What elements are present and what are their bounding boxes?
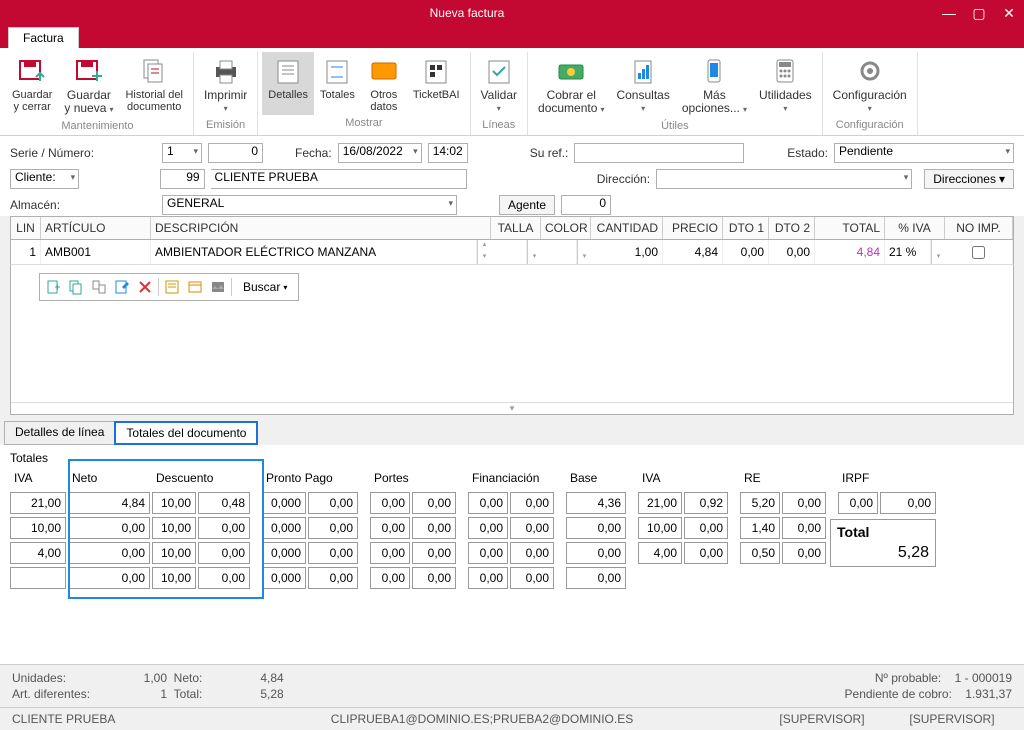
serie-select[interactable]: 1: [162, 143, 202, 163]
duplicate-icon[interactable]: [89, 277, 109, 297]
estado-label: Estado:: [787, 146, 828, 160]
ribbon: Guardary cerrar Guardary nueva ▾ Histori…: [0, 48, 1024, 136]
col-articulo[interactable]: ARTÍCULO: [41, 217, 151, 239]
footer-summary: Unidades:1,00 Neto:4,84 Art. diferentes:…: [0, 664, 1024, 707]
agente-button[interactable]: Agente: [499, 195, 555, 215]
details-icon: [272, 55, 304, 87]
check-icon: [483, 55, 515, 87]
cliente-select[interactable]: Cliente:: [10, 169, 79, 189]
grand-total: Total 5,28: [830, 519, 936, 567]
consultas-button[interactable]: Consultas▾: [610, 52, 675, 118]
close-button[interactable]: ✕: [994, 0, 1024, 26]
col-color[interactable]: COLOR: [541, 217, 591, 239]
col-noimp[interactable]: NO IMP.: [945, 217, 1013, 239]
maximize-button[interactable]: ▢: [964, 0, 994, 26]
subtabs: Detalles de línea Totales del documento: [4, 421, 1024, 445]
history-button[interactable]: Historial deldocumento: [119, 52, 188, 118]
utilidades-button[interactable]: Utilidades▾: [753, 52, 818, 118]
otros-datos-button[interactable]: Otrosdatos: [361, 52, 407, 115]
image-icon[interactable]: [208, 277, 228, 297]
hora-input[interactable]: 14:02: [428, 143, 468, 163]
col-total[interactable]: TOTAL: [815, 217, 885, 239]
col-lin[interactable]: LIN: [11, 217, 41, 239]
iva-dropdown[interactable]: ▾: [931, 240, 945, 264]
col-cantidad[interactable]: CANTIDAD: [591, 217, 663, 239]
col-precio[interactable]: PRECIO: [663, 217, 723, 239]
status-sup1: [SUPERVISOR]: [752, 712, 892, 726]
minimize-button[interactable]: —: [934, 0, 964, 26]
detalles-button[interactable]: Detalles: [262, 52, 314, 115]
color-dropdown[interactable]: ▾: [577, 240, 591, 264]
suref-input[interactable]: [574, 143, 744, 163]
mas-opciones-button[interactable]: Másopciones... ▾: [676, 52, 753, 118]
copy-line-icon[interactable]: [66, 277, 86, 297]
col-dto1[interactable]: DTO 1: [723, 217, 769, 239]
print-icon: [210, 55, 242, 87]
calculator-icon: [769, 55, 801, 87]
tab-detalles-linea[interactable]: Detalles de línea: [4, 421, 115, 445]
totales-button[interactable]: Totales: [314, 52, 361, 115]
edit-icon[interactable]: [112, 277, 132, 297]
lines-grid: LIN ARTÍCULO DESCRIPCIÓN TALLA COLOR CAN…: [10, 216, 1014, 265]
ticketbai-button[interactable]: TicketBAI: [407, 52, 466, 115]
tab-factura[interactable]: Factura: [8, 27, 79, 48]
report-icon: [627, 55, 659, 87]
serie-label: Serie / Número:: [10, 146, 100, 160]
totals-panel: Totales IVA 21,00 10,00 4,00 Neto 4,84 0…: [0, 445, 1024, 664]
noimp-checkbox[interactable]: [972, 246, 985, 259]
delete-icon[interactable]: [135, 277, 155, 297]
save-close-button[interactable]: Guardary cerrar: [6, 52, 58, 118]
other-data-icon: [368, 55, 400, 87]
buscar-button[interactable]: Buscar ▾: [235, 277, 295, 297]
qr-icon: [420, 55, 452, 87]
ribbon-tabs: Factura: [0, 26, 1024, 48]
direccion-select[interactable]: [656, 169, 912, 189]
new-line-icon[interactable]: [43, 277, 63, 297]
note-icon[interactable]: [162, 277, 182, 297]
tab-totales-documento[interactable]: Totales del documento: [114, 421, 258, 445]
fecha-label: Fecha:: [295, 146, 332, 160]
status-cliente: CLIENTE PRUEBA: [12, 712, 212, 726]
titlebar: Nueva factura — ▢ ✕: [0, 0, 1024, 26]
phone-icon: [698, 55, 730, 87]
validar-button[interactable]: Validar▾: [475, 52, 523, 117]
status-sup2: [SUPERVISOR]: [892, 712, 1012, 726]
config-button[interactable]: Configuración▾: [827, 52, 913, 117]
totals-icon: [321, 55, 353, 87]
attach-icon[interactable]: [185, 277, 205, 297]
money-icon: [555, 55, 587, 87]
gear-icon: [854, 55, 886, 87]
save-new-icon: [73, 55, 105, 87]
cliente-num-input[interactable]: 99: [160, 169, 204, 189]
almacen-label: Almacén:: [10, 198, 100, 212]
almacen-select[interactable]: GENERAL: [162, 195, 457, 215]
direcciones-button[interactable]: Direcciones ▾: [924, 169, 1014, 189]
cobrar-button[interactable]: Cobrar eldocumento ▾: [532, 52, 610, 118]
grid-body: Buscar ▾ ▾: [10, 265, 1014, 415]
line-toolbar: Buscar ▾: [39, 273, 299, 301]
col-talla[interactable]: TALLA: [491, 217, 541, 239]
direccion-label: Dirección:: [597, 172, 650, 186]
fecha-input[interactable]: 16/08/2022: [338, 143, 422, 163]
status-bar: CLIENTE PRUEBA CLIPRUEBA1@DOMINIO.ES;PRU…: [0, 707, 1024, 730]
numero-input[interactable]: 0: [208, 143, 263, 163]
form-header: Serie / Número: 1 0 Fecha: 16/08/2022 14…: [0, 136, 1024, 216]
totals-title: Totales: [10, 451, 1014, 465]
desc-spinner[interactable]: ▴▾: [477, 240, 491, 264]
status-email: CLIPRUEBA1@DOMINIO.ES;PRUEBA2@DOMINIO.ES: [212, 712, 752, 726]
window-title: Nueva factura: [0, 6, 934, 20]
col-descripcion[interactable]: DESCRIPCIÓN: [151, 217, 491, 239]
document-history-icon: [138, 55, 170, 87]
cliente-nom-input[interactable]: CLIENTE PRUEBA: [211, 169, 467, 189]
print-button[interactable]: Imprimir▾: [198, 52, 253, 117]
suref-label: Su ref.:: [530, 146, 569, 160]
talla-dropdown[interactable]: ▾: [527, 240, 541, 264]
agente-input[interactable]: 0: [561, 195, 611, 215]
table-row[interactable]: 1 AMB001 AMBIENTADOR ELÉCTRICO MANZANA ▴…: [10, 240, 1014, 265]
estado-select[interactable]: Pendiente: [834, 143, 1014, 163]
save-close-icon: [16, 55, 48, 87]
col-iva[interactable]: % IVA: [885, 217, 945, 239]
save-new-button[interactable]: Guardary nueva ▾: [58, 52, 119, 118]
col-dto2[interactable]: DTO 2: [769, 217, 815, 239]
